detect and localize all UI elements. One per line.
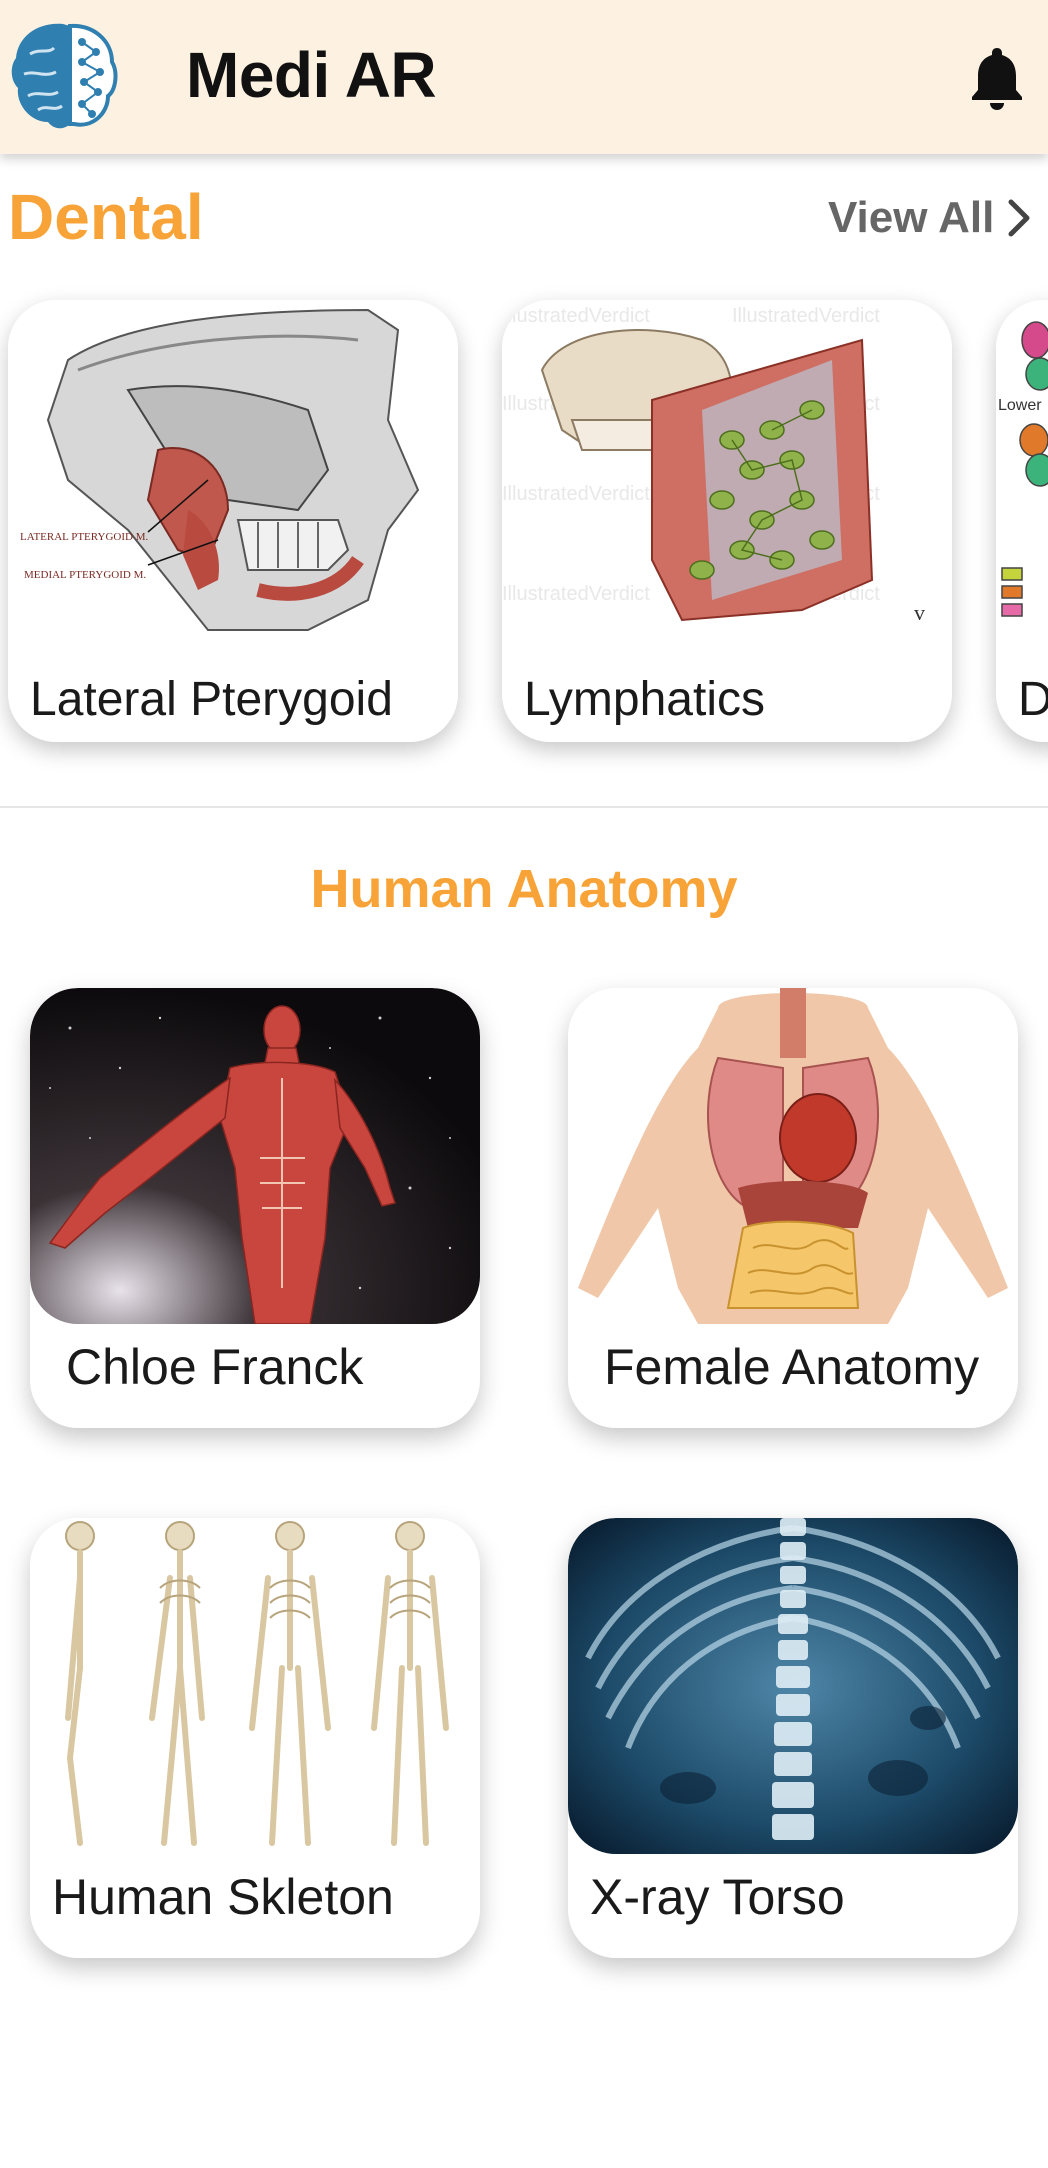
lymphatics-illustration: IllustratedVerdict IllustratedVerdict Il… <box>502 300 952 640</box>
anatomy-card-xray-torso[interactable]: X-ray Torso <box>568 1518 1018 1958</box>
anatomy-card-caption: X-ray Torso <box>590 1869 845 1925</box>
teeth-chart-illustration: Lower <box>996 300 1048 640</box>
lateral-pterygoid-illustration: LATERAL PTERYGOID M. MEDIAL PTERYGOID M. <box>8 300 458 640</box>
bell-icon[interactable] <box>970 44 1024 110</box>
dental-carousel[interactable]: LATERAL PTERYGOID M. MEDIAL PTERYGOID M.… <box>0 282 1048 784</box>
section-divider <box>0 806 1048 808</box>
view-all-label: View All <box>828 193 995 242</box>
brain-circuit-logo-icon <box>11 23 118 129</box>
anatomy-card-female-anatomy[interactable]: Female Anatomy <box>568 988 1018 1428</box>
anatomy-card-caption: Human Skleton <box>52 1869 394 1925</box>
xray-torso-image <box>568 1518 1018 1854</box>
dental-section-title: Dental <box>8 181 204 253</box>
dental-card-caption: Lymphatics <box>524 673 765 726</box>
watermark: IllustratedVerdict <box>732 305 880 327</box>
muscle-figure-image <box>30 988 480 1324</box>
dental-card-lymphatics[interactable]: IllustratedVerdict IllustratedVerdict Il… <box>502 300 952 742</box>
dental-card-lateral-pterygoid[interactable]: LATERAL PTERYGOID M. MEDIAL PTERYGOID M.… <box>8 300 458 742</box>
human-anatomy-section-title: Human Anatomy <box>310 859 738 919</box>
svg-text:v: v <box>914 600 925 625</box>
dental-card-caption: Lateral Pterygoid <box>30 673 393 726</box>
app-bar: Medi AR <box>0 0 1048 154</box>
app-title: Medi AR <box>186 39 437 111</box>
label-medial-pterygoid: MEDIAL PTERYGOID M. <box>24 569 146 581</box>
watermark: IllustratedVerdict <box>502 305 650 327</box>
anatomy-card-caption: Female Anatomy <box>604 1339 980 1395</box>
skeleton-views-image <box>30 1518 480 1854</box>
label-lateral-pterygoid: LATERAL PTERYGOID M. <box>20 531 148 543</box>
anatomy-card-chloe-franck[interactable]: Chloe Franck <box>30 988 480 1428</box>
watermark: IllustratedVerdict <box>502 583 650 605</box>
dental-card-third[interactable]: Lower D <box>996 300 1048 742</box>
teeth-chart-label: Lower <box>998 397 1042 414</box>
anatomy-card-human-skeleton[interactable]: Human Skleton <box>30 1518 480 1958</box>
view-all-button[interactable]: View All <box>828 190 1032 246</box>
dental-card-caption: D <box>1018 673 1048 726</box>
anatomy-card-caption: Chloe Franck <box>66 1339 364 1395</box>
watermark: IllustratedVerdict <box>502 483 650 505</box>
female-anatomy-image <box>568 988 1018 1324</box>
chevron-right-icon <box>1008 199 1030 237</box>
